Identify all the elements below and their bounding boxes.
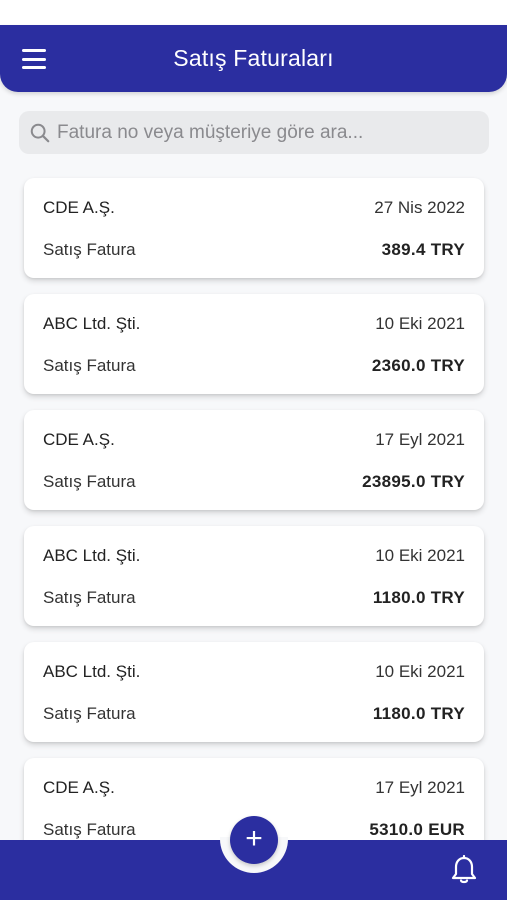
invoice-date: 10 Eki 2021 bbox=[375, 314, 465, 333]
invoice-card[interactable]: CDE A.Ş. 17 Eyl 2021 Satış Fatura 23895.… bbox=[24, 410, 484, 510]
invoice-amount: 389.4 TRY bbox=[381, 240, 465, 259]
invoice-amount: 2360.0 TRY bbox=[371, 356, 465, 375]
invoice-customer: CDE A.Ş. bbox=[43, 430, 115, 449]
bell-icon[interactable] bbox=[451, 855, 477, 885]
invoice-customer: CDE A.Ş. bbox=[43, 198, 115, 217]
invoice-customer: ABC Ltd. Şti. bbox=[43, 662, 141, 681]
invoice-customer: ABC Ltd. Şti. bbox=[43, 314, 141, 333]
invoice-type: Satış Fatura bbox=[43, 704, 136, 723]
invoice-type: Satış Fatura bbox=[43, 820, 136, 839]
bottom-nav-bar: + bbox=[0, 816, 507, 900]
page-title: Satış Faturaları bbox=[173, 45, 334, 71]
invoice-card[interactable]: CDE A.Ş. 27 Nis 2022 Satış Fatura 389.4 … bbox=[24, 178, 484, 278]
invoice-amount: 5310.0 EUR bbox=[369, 820, 465, 839]
invoice-date: 10 Eki 2021 bbox=[375, 662, 465, 681]
invoice-type: Satış Fatura bbox=[43, 356, 136, 375]
invoice-date: 27 Nis 2022 bbox=[374, 198, 465, 217]
search-bar[interactable] bbox=[19, 111, 489, 154]
search-input[interactable] bbox=[57, 121, 477, 144]
invoice-card[interactable]: ABC Ltd. Şti. 10 Eki 2021 Satış Fatura 1… bbox=[24, 642, 484, 742]
invoice-date: 10 Eki 2021 bbox=[375, 546, 465, 565]
invoice-type: Satış Fatura bbox=[43, 588, 136, 607]
hamburger-menu-icon[interactable] bbox=[22, 49, 48, 69]
add-invoice-button[interactable]: + bbox=[230, 816, 278, 864]
invoice-amount: 1180.0 TRY bbox=[372, 588, 465, 607]
invoice-customer: ABC Ltd. Şti. bbox=[43, 546, 141, 565]
invoice-card[interactable]: ABC Ltd. Şti. 10 Eki 2021 Satış Fatura 2… bbox=[24, 294, 484, 394]
invoice-amount: 23895.0 TRY bbox=[362, 472, 465, 491]
invoice-list: CDE A.Ş. 27 Nis 2022 Satış Fatura 389.4 … bbox=[24, 178, 484, 874]
invoice-card[interactable]: ABC Ltd. Şti. 10 Eki 2021 Satış Fatura 1… bbox=[24, 526, 484, 626]
invoice-type: Satış Fatura bbox=[43, 472, 136, 491]
status-bar-area bbox=[0, 0, 507, 25]
search-icon bbox=[30, 123, 50, 142]
invoice-amount: 1180.0 TRY bbox=[372, 704, 465, 723]
invoice-date: 17 Eyl 2021 bbox=[375, 778, 465, 797]
invoice-type: Satış Fatura bbox=[43, 240, 136, 259]
invoice-customer: CDE A.Ş. bbox=[43, 778, 115, 797]
plus-icon: + bbox=[245, 822, 263, 855]
invoice-date: 17 Eyl 2021 bbox=[375, 430, 465, 449]
app-bar: Satış Faturaları bbox=[0, 25, 507, 92]
